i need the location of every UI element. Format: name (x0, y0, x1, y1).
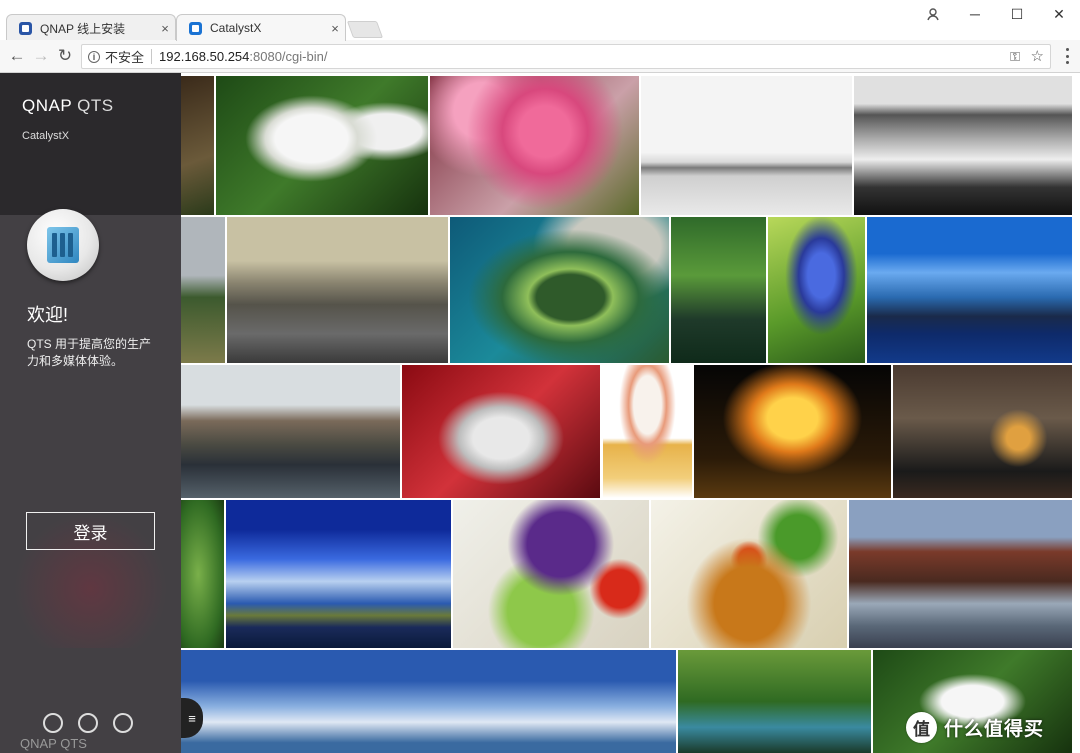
tab-catalystx[interactable]: CatalystX × (176, 14, 346, 41)
welcome-heading: 欢迎! (27, 305, 69, 325)
minimize-button[interactable]: ─ (954, 2, 996, 26)
key-icon[interactable]: ⚿ (1010, 49, 1020, 65)
login-sidebar: QNAP QTS CatalystX 欢迎! QTS 用于提高您的生产力和多媒体… (0, 73, 181, 753)
qfinder-icon[interactable] (78, 713, 98, 733)
hamburger-icon: ≡ (188, 710, 196, 726)
photo-tile (402, 365, 600, 498)
photo-tile (893, 365, 1072, 498)
photo-tile (768, 217, 865, 363)
login-button[interactable]: 登录 (26, 512, 155, 550)
welcome-description: QTS 用于提高您的生产力和多媒体体验。 (27, 337, 152, 368)
footer-logo: QNAP QTS (20, 736, 87, 751)
photo-tile (216, 76, 428, 215)
tab-close-icon[interactable]: × (155, 21, 175, 36)
nas-device-icon (27, 209, 99, 281)
photo-tile (651, 500, 847, 648)
site-watermark: 值 什么值得买 (906, 710, 1076, 744)
photo-tile (227, 217, 448, 363)
photo-tile (603, 365, 692, 498)
security-label[interactable]: 不安全 (105, 47, 144, 66)
url-path: :8080/cgi-bin/ (249, 49, 328, 64)
photo-tile (641, 76, 852, 215)
photo-tile (453, 500, 649, 648)
photo-tile (678, 650, 871, 753)
star-icon[interactable]: ☆ (1031, 47, 1044, 65)
forward-button[interactable]: → (30, 45, 52, 67)
sidebar-shade (0, 73, 181, 215)
reload-button[interactable]: ↻ (54, 45, 76, 67)
maximize-button[interactable]: ☐ (996, 2, 1038, 26)
catalystx-favicon-icon (189, 21, 202, 35)
photo-tile (226, 500, 451, 648)
back-button[interactable]: ← (6, 45, 28, 67)
address-separator (151, 49, 153, 64)
qfile-icon[interactable] (113, 713, 133, 733)
photo-tile (181, 650, 676, 753)
photo-tile (430, 76, 639, 215)
photo-tile (694, 365, 891, 498)
photo-tile (181, 365, 400, 498)
tab-title: QNAP 线上安装 (40, 21, 126, 36)
photo-tile (181, 217, 225, 363)
close-window-button[interactable]: ✕ (1038, 2, 1080, 26)
info-icon[interactable]: i (88, 50, 100, 63)
watermark-badge: 值 (906, 711, 937, 743)
tab-close-icon[interactable]: × (325, 21, 345, 36)
photo-tile (181, 500, 224, 648)
watermark-text: 什么值得买 (944, 718, 1045, 740)
new-tab-button[interactable] (346, 21, 384, 38)
nas-body (47, 227, 79, 263)
photo-tile (867, 217, 1072, 363)
tab-qnap-install[interactable]: QNAP 线上安装 × (6, 14, 176, 41)
tab-title: CatalystX (210, 21, 262, 35)
qnap-favicon-icon (19, 21, 32, 35)
profile-icon[interactable] (912, 2, 954, 26)
brand-logo: QNAP QTS (22, 96, 114, 116)
photo-tile (671, 217, 766, 363)
brand-primary: QNAP (22, 96, 72, 115)
photo-tile (450, 217, 669, 363)
address-bar[interactable]: i 不安全 192.168.50.254:8080/cgi-bin/ ⚿ ☆ (81, 44, 1051, 69)
device-name: CatalystX (22, 130, 70, 142)
photo-tile (854, 76, 1072, 215)
menu-icon[interactable] (1061, 46, 1073, 66)
tab-strip: QNAP 线上安装 × CatalystX × ─ ☐ ✕ (0, 0, 1080, 41)
brand-secondary: QTS (77, 96, 114, 115)
photo-tile (181, 76, 214, 215)
page-viewport: QNAP QTS CatalystX 欢迎! QTS 用于提高您的生产力和多媒体… (0, 73, 1080, 753)
photo-tile (849, 500, 1072, 648)
qmanager-icon[interactable] (43, 713, 63, 733)
browser-toolbar: ← → ↻ i 不安全 192.168.50.254:8080/cgi-bin/… (0, 40, 1080, 73)
url-host: 192.168.50.254 (159, 49, 250, 64)
